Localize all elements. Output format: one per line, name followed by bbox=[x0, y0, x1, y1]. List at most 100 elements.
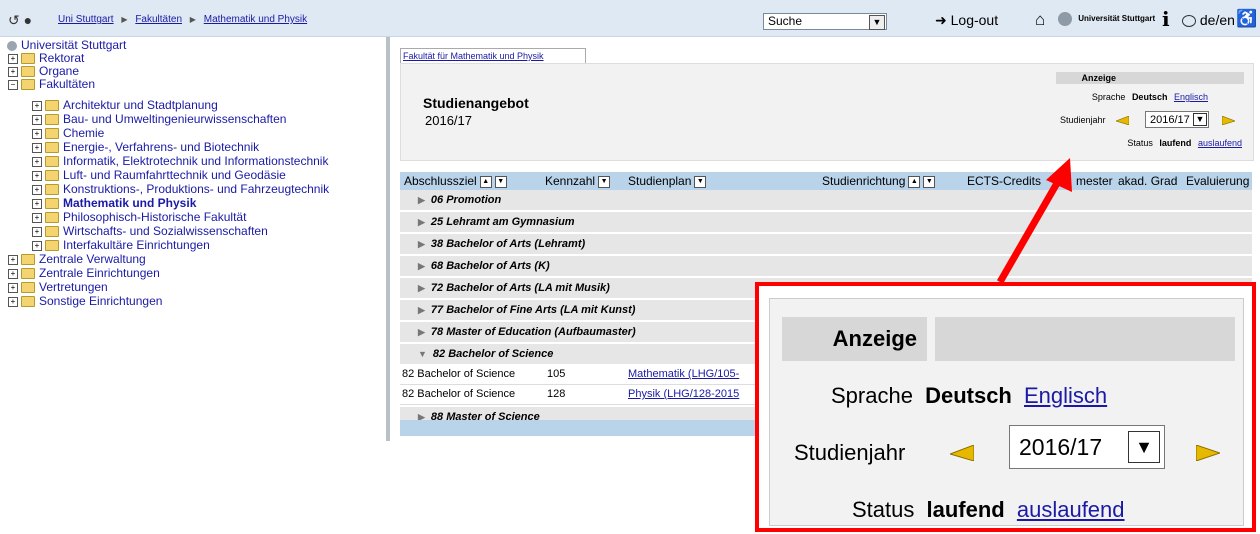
logout-icon: ➜ bbox=[935, 12, 947, 28]
folder-icon bbox=[45, 240, 59, 252]
col-kennzahl[interactable]: Kennzahl ▼ bbox=[545, 174, 611, 188]
tree-root[interactable]: Universität Stuttgart bbox=[7, 38, 126, 52]
expand-icon[interactable]: + bbox=[32, 198, 42, 209]
breadcrumb-mathphys[interactable]: Mathematik und Physik bbox=[204, 14, 307, 25]
tab-label[interactable]: Fakultät für Mathematik und Physik bbox=[403, 51, 544, 61]
table-group-label: 72 Bachelor of Arts (LA mit Musik) bbox=[430, 282, 610, 294]
filter-icon[interactable]: ▼ bbox=[923, 175, 936, 188]
home-icon[interactable]: ⌂ bbox=[1035, 10, 1045, 30]
tree-item[interactable]: + Luft- und Raumfahrttechnik und Geodäsie bbox=[32, 168, 286, 182]
status-auslaufend-link[interactable]: auslaufend bbox=[1198, 138, 1242, 148]
expand-triangle-icon[interactable]: ▶ bbox=[418, 278, 425, 299]
expand-triangle-icon[interactable]: ▶ bbox=[418, 212, 425, 233]
breadcrumb: Uni Stuttgart ▶ Fakultäten ▶ Mathematik … bbox=[58, 14, 307, 25]
tree-item[interactable]: + Zentrale Verwaltung bbox=[8, 252, 146, 266]
language-english-link[interactable]: Englisch bbox=[1024, 383, 1107, 408]
tree-item[interactable]: + Informatik, Elektrotechnik und Informat… bbox=[32, 154, 328, 168]
logout-button[interactable]: ➜ Log-out bbox=[935, 12, 998, 29]
expand-icon[interactable]: + bbox=[8, 53, 18, 64]
tree-item-label: Konstruktions-, Produktions- und Fahrzeu… bbox=[63, 182, 330, 196]
tree-item[interactable]: + Bau- und Umweltingenieurwissenschaften bbox=[32, 112, 286, 126]
folder-icon bbox=[45, 212, 59, 224]
tree-item[interactable]: + Konstruktions-, Produktions- und Fahrze… bbox=[32, 182, 329, 196]
accessibility-icon[interactable]: ♿ bbox=[1236, 9, 1257, 29]
table-group-row[interactable]: ▶ 06 Promotion bbox=[400, 190, 1252, 211]
table-group-row[interactable]: ▶ 25 Lehramt am Gymnasium bbox=[400, 212, 1252, 233]
col-studienrichtung[interactable]: Studienrichtung ▲ ▼ bbox=[822, 174, 936, 188]
expand-triangle-icon[interactable]: ▶ bbox=[418, 234, 425, 255]
previous-year-icon[interactable] bbox=[950, 445, 974, 461]
tree-item[interactable]: + Architektur und Stadtplanung bbox=[32, 98, 218, 112]
forward-icon[interactable]: ● bbox=[24, 12, 32, 28]
expand-icon[interactable]: + bbox=[32, 100, 42, 111]
tree-item[interactable]: + Mathematik und Physik bbox=[32, 196, 196, 210]
expand-icon[interactable]: + bbox=[32, 142, 42, 153]
expand-icon[interactable]: + bbox=[32, 240, 42, 251]
year-select[interactable]: 2016/17 ▼ bbox=[1009, 425, 1165, 469]
filter-icon[interactable]: ▼ bbox=[694, 175, 707, 188]
display-options-panel: Anzeige Sprache Deutsch Englisch Studien… bbox=[1052, 68, 1248, 158]
chevron-down-icon[interactable]: ▼ bbox=[1193, 113, 1207, 126]
tree-item[interactable]: + Philosophisch-Historische Fakultät bbox=[32, 210, 246, 224]
search-select[interactable]: Suche ▼ bbox=[763, 13, 887, 30]
tree-item[interactable]: − Fakultäten bbox=[8, 77, 95, 91]
expand-icon[interactable]: + bbox=[32, 128, 42, 139]
expand-triangle-icon[interactable]: ▶ bbox=[418, 256, 425, 277]
tree-item[interactable]: + Rektorat bbox=[8, 51, 84, 65]
status-auslaufend-link[interactable]: auslaufend bbox=[1017, 497, 1125, 522]
expand-triangle-icon[interactable]: ▶ bbox=[418, 300, 425, 321]
breadcrumb-fakultaeten[interactable]: Fakultäten bbox=[135, 14, 182, 25]
tree-item[interactable]: + Sonstige Einrichtungen bbox=[8, 294, 162, 308]
expand-icon[interactable]: + bbox=[32, 114, 42, 125]
expand-icon[interactable]: + bbox=[32, 156, 42, 167]
table-group-row[interactable]: ▶ 38 Bachelor of Arts (Lehramt) bbox=[400, 234, 1252, 255]
sort-icon[interactable]: ▲ bbox=[908, 175, 921, 188]
expand-icon[interactable]: + bbox=[32, 212, 42, 223]
chevron-right-icon: ▶ bbox=[121, 15, 128, 24]
tab-fakultaet[interactable]: Fakultät für Mathematik und Physik bbox=[400, 48, 586, 64]
expand-icon[interactable]: + bbox=[8, 268, 18, 279]
tree-item[interactable]: + Zentrale Einrichtungen bbox=[8, 266, 160, 280]
tree-item[interactable]: + Wirtschafts- und Sozialwissenschaften bbox=[32, 224, 268, 238]
uni-logo[interactable]: Universität Stuttgart bbox=[1058, 12, 1155, 26]
collapse-triangle-icon[interactable]: ▼ bbox=[418, 344, 427, 365]
expand-triangle-icon[interactable]: ▶ bbox=[418, 322, 425, 343]
language-english-link[interactable]: Englisch bbox=[1174, 92, 1208, 102]
tree-item-label: Fakultäten bbox=[39, 77, 96, 91]
year-select[interactable]: 2016/17 ▼ bbox=[1145, 111, 1209, 128]
info-icon[interactable]: i bbox=[1162, 7, 1170, 31]
col-abschlussziel[interactable]: Abschlussziel ▲ ▼ bbox=[404, 174, 507, 188]
language-switch[interactable]: de/en bbox=[1182, 12, 1235, 28]
collapse-icon[interactable]: − bbox=[8, 79, 18, 90]
cell-studienplan-link[interactable]: Physik (LHG/128-2015 bbox=[628, 384, 739, 404]
tree-item[interactable]: + Chemie bbox=[32, 126, 104, 140]
filter-icon[interactable]: ▼ bbox=[494, 175, 507, 188]
tree-item[interactable]: + Organe bbox=[8, 64, 79, 78]
tree-item[interactable]: + Energie-, Verfahrens- und Biotechnik bbox=[32, 140, 259, 154]
chevron-down-icon[interactable]: ▼ bbox=[1128, 431, 1160, 463]
uni-logo-text: Universität Stuttgart bbox=[1078, 14, 1156, 24]
cell-studienplan-link[interactable]: Mathematik (LHG/105- bbox=[628, 364, 739, 384]
expand-triangle-icon[interactable]: ▶ bbox=[418, 190, 425, 211]
chevron-down-icon[interactable]: ▼ bbox=[869, 15, 885, 30]
filter-icon[interactable]: ▼ bbox=[598, 175, 611, 188]
expand-icon[interactable]: + bbox=[32, 170, 42, 181]
tree-item[interactable]: + Interfakultäre Einrichtungen bbox=[32, 238, 210, 252]
expand-icon[interactable]: + bbox=[32, 226, 42, 237]
tree-item[interactable]: + Vertretungen bbox=[8, 280, 108, 294]
back-icon[interactable]: ↺ bbox=[8, 12, 20, 28]
col-semester: mester bbox=[1076, 174, 1113, 188]
expand-icon[interactable]: + bbox=[8, 254, 18, 265]
expand-icon[interactable]: + bbox=[8, 282, 18, 293]
table-group-row[interactable]: ▶ 68 Bachelor of Arts (K) bbox=[400, 256, 1252, 277]
expand-icon[interactable]: + bbox=[8, 66, 18, 77]
previous-year-icon[interactable] bbox=[1116, 116, 1129, 125]
sort-icon[interactable]: ▲ bbox=[479, 175, 492, 188]
col-studienplan[interactable]: Studienplan ▼ bbox=[628, 174, 707, 188]
next-year-icon[interactable] bbox=[1222, 116, 1235, 125]
cell-kennzahl: 128 bbox=[547, 388, 566, 400]
expand-icon[interactable]: + bbox=[8, 296, 18, 307]
breadcrumb-uni[interactable]: Uni Stuttgart bbox=[58, 14, 114, 25]
expand-icon[interactable]: + bbox=[32, 184, 42, 195]
next-year-icon[interactable] bbox=[1196, 445, 1220, 461]
